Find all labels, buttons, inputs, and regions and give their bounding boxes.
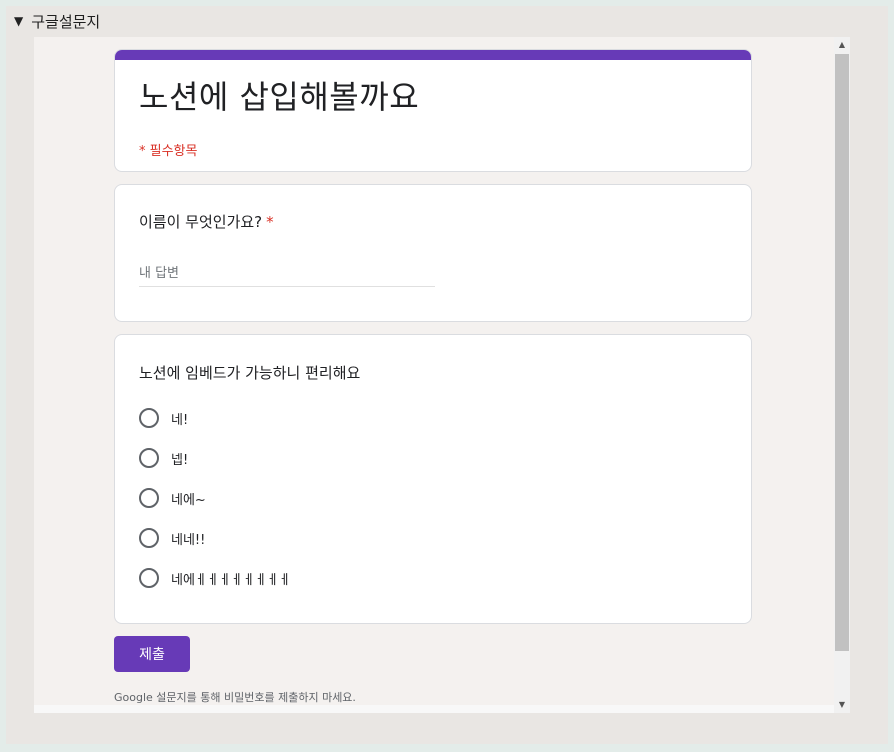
toggle-arrow-icon[interactable]: ▼ (14, 14, 23, 28)
bottom-strip (34, 705, 834, 713)
scrollbar-thumb[interactable] (835, 54, 849, 651)
footer-note: Google 설문지를 통해 비밀번호를 제출하지 마세요. (114, 691, 356, 704)
radio-circle-icon[interactable] (139, 488, 159, 508)
form-title: 노션에 삽입해볼까요 (139, 78, 420, 116)
accent-bar (115, 50, 751, 60)
radio-circle-icon[interactable] (139, 448, 159, 468)
option-label: 네에~ (171, 492, 206, 508)
toggle-block: ▼ 구글설문지 노션에 삽입해볼까요 * 필수항목 이름이 무엇인가요?* 노션… (6, 6, 888, 744)
scrollbar[interactable]: ▲ ▼ (834, 37, 850, 713)
question-card-name: 이름이 무엇인가요? * (114, 184, 752, 322)
radio-circle-icon[interactable] (139, 528, 159, 548)
question-card-embed: 노션에 임베드가 가능하니 편리해요 네! 넵! 네에~ 네네!! 네에ㅔㅔㅔㅔ… (114, 334, 752, 624)
option-label: 네네!! (171, 532, 206, 548)
option-label: 네! (171, 412, 189, 428)
option-label: 네에ㅔㅔㅔㅔㅔㅔㅔㅔ (171, 572, 291, 588)
radio-option[interactable]: 네에ㅔㅔㅔㅔㅔㅔㅔㅔ (139, 567, 291, 589)
radio-circle-icon[interactable] (139, 408, 159, 428)
toggle-header[interactable]: ▼ 구글설문지 (14, 11, 100, 31)
radio-circle-icon[interactable] (139, 568, 159, 588)
google-form-embed: 노션에 삽입해볼까요 * 필수항목 이름이 무엇인가요?* 노션에 임베드가 가… (34, 37, 850, 713)
radio-option[interactable]: 넵! (139, 447, 188, 469)
form-header-card: 노션에 삽입해볼까요 * 필수항목 (114, 49, 752, 172)
required-note: * 필수항목 (139, 144, 198, 159)
toggle-title[interactable]: 구글설문지 (31, 11, 100, 32)
answer-input[interactable] (139, 260, 435, 287)
radio-option[interactable]: 네네!! (139, 527, 205, 549)
submit-button[interactable]: 제출 (114, 636, 190, 672)
required-asterisk: * (266, 213, 274, 231)
scroll-up-arrow-icon[interactable]: ▲ (834, 37, 850, 53)
radio-option[interactable]: 네! (139, 407, 188, 429)
radio-option[interactable]: 네에~ (139, 487, 206, 509)
question-text: 이름이 무엇인가요? (139, 213, 263, 231)
question-label: 노션에 임베드가 가능하니 편리해요 (139, 364, 361, 382)
scroll-down-arrow-icon[interactable]: ▼ (834, 697, 850, 713)
question-label: 이름이 무엇인가요? * (139, 211, 274, 232)
option-label: 넵! (171, 452, 189, 468)
